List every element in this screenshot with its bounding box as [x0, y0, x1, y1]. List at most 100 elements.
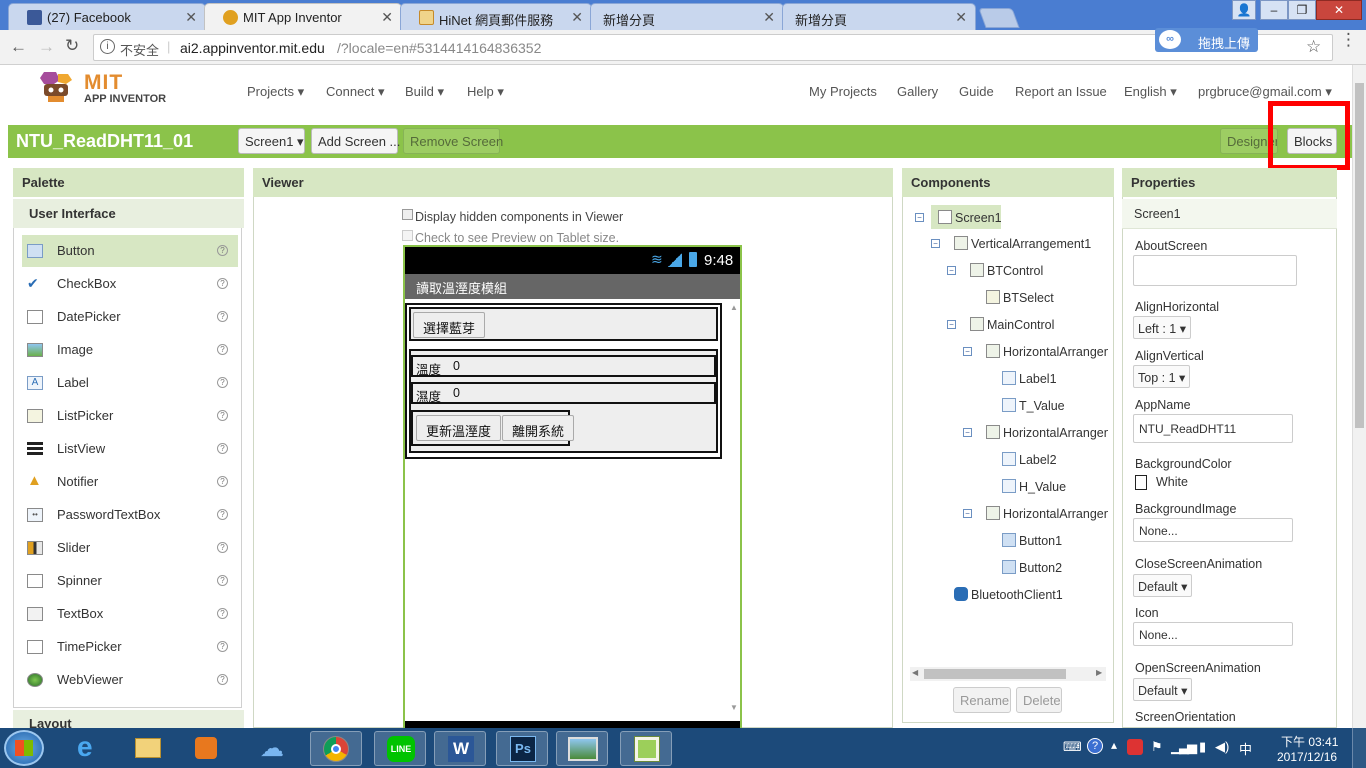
collapse-icon[interactable]: − [963, 509, 972, 518]
antivirus-icon[interactable] [1127, 739, 1143, 755]
rename-button[interactable]: Rename [953, 687, 1011, 713]
close-animation-select[interactable]: Default ▾ [1133, 574, 1193, 597]
info-icon[interactable]: i [100, 39, 115, 54]
menu-icon[interactable]: ⋮ [1340, 31, 1357, 48]
help-icon[interactable]: ? [217, 674, 228, 685]
menu-projects[interactable]: Projects ▾ [247, 84, 304, 100]
show-desktop-button[interactable] [1352, 728, 1366, 768]
temp-row[interactable]: 溫度 0 [411, 355, 716, 377]
close-icon[interactable]: ✕ [185, 9, 197, 26]
collapse-icon[interactable]: − [931, 239, 940, 248]
close-icon[interactable]: ✕ [955, 9, 967, 26]
taskbar-chrome[interactable] [310, 731, 362, 766]
tray-arrow-icon[interactable]: ▴ [1111, 738, 1117, 752]
tab-new-1[interactable]: 新增分頁 ✕ [590, 3, 784, 30]
palette-item-webviewer[interactable]: WebViewer ? [22, 664, 238, 696]
palette-item-listview[interactable]: ListView ? [22, 433, 238, 465]
maximize-button[interactable]: ❐ [1288, 0, 1316, 20]
taskbar-media[interactable] [180, 731, 232, 766]
collapse-icon[interactable]: − [963, 347, 972, 356]
close-window-button[interactable]: ✕ [1316, 0, 1362, 20]
close-icon[interactable]: ✕ [571, 9, 583, 26]
help-tray-icon[interactable]: ? [1087, 738, 1103, 754]
battery-tray-icon[interactable]: ▮ [1199, 739, 1206, 755]
new-tab-button[interactable] [978, 8, 1020, 28]
exit-button[interactable]: 離開系統 [502, 415, 575, 441]
open-animation-select[interactable]: Default ▾ [1133, 678, 1193, 701]
palette-item-checkbox[interactable]: ✔ CheckBox ? [22, 268, 238, 300]
scrollbar-thumb[interactable] [1355, 83, 1364, 428]
help-icon[interactable]: ? [217, 245, 228, 256]
background-color-value[interactable]: White [1156, 475, 1188, 489]
account-menu[interactable]: prgbruce@gmail.com ▾ [1198, 84, 1332, 100]
help-icon[interactable]: ? [217, 311, 228, 322]
hscroll-thumb[interactable] [924, 669, 1066, 679]
humidity-row[interactable]: 濕度 0 [411, 382, 716, 404]
url-field[interactable]: i 不安全 | ai2.appinventor.mit.edu /?locale… [93, 34, 1333, 61]
palette-item-image[interactable]: Image ? [22, 334, 238, 366]
app-inventor-logo[interactable] [36, 70, 80, 106]
tree-label1[interactable]: Label1 [1002, 371, 1057, 386]
palette-item-textbox[interactable]: TextBox ? [22, 598, 238, 630]
align-vertical-select[interactable]: Top : 1 ▾ [1133, 365, 1191, 388]
scroll-right-icon[interactable]: ▶ [1096, 668, 1102, 677]
reload-icon[interactable]: ↻ [65, 36, 79, 56]
help-icon[interactable]: ? [217, 542, 228, 553]
help-icon[interactable]: ? [217, 476, 228, 487]
help-icon[interactable]: ? [217, 410, 228, 421]
tree-btcontrol[interactable]: BTControl [970, 263, 1043, 278]
help-icon[interactable]: ? [217, 278, 228, 289]
collapse-icon[interactable]: − [947, 266, 956, 275]
palette-item-passwordtextbox[interactable]: •• PasswordTextBox ? [22, 499, 238, 531]
tree-h-value[interactable]: H_Value [1002, 479, 1066, 494]
tree-horizontalarrangement2[interactable]: HorizontalArrangement2 [986, 425, 1108, 440]
align-horizontal-select[interactable]: Left : 1 ▾ [1133, 316, 1191, 339]
taskbar-line[interactable]: LINE [374, 731, 426, 766]
palette-item-timepicker[interactable]: TimePicker ? [22, 631, 238, 663]
bt-control-arrangement[interactable]: 選擇藍芽 [409, 307, 718, 341]
icon-picker[interactable]: None... [1133, 622, 1293, 646]
palette-item-slider[interactable]: Slider ? [22, 532, 238, 564]
help-icon[interactable]: ? [217, 509, 228, 520]
star-icon[interactable]: ☆ [1306, 37, 1321, 57]
start-button[interactable] [4, 730, 44, 766]
tree-label2[interactable]: Label2 [1002, 452, 1057, 467]
hidden-components-checkbox[interactable] [402, 209, 413, 220]
tab-new-2[interactable]: 新增分頁 ✕ [782, 3, 976, 30]
clock-date[interactable]: 2017/12/16 [1277, 750, 1337, 764]
palette-item-listpicker[interactable]: ListPicker ? [22, 400, 238, 432]
taskbar-photos[interactable] [556, 731, 608, 766]
tree-button2[interactable]: Button2 [1002, 560, 1062, 575]
delete-button[interactable]: Delete [1016, 687, 1062, 713]
components-hscrollbar[interactable]: ◀ ▶ [910, 667, 1106, 681]
bt-select-button[interactable]: 選擇藍芽 [413, 312, 486, 338]
tab-facebook[interactable]: (27) Facebook ✕ [8, 3, 206, 30]
network-icon[interactable]: ▁▃▅ [1171, 739, 1197, 755]
menu-connect[interactable]: Connect ▾ [326, 84, 385, 100]
tablet-preview-checkbox[interactable] [402, 230, 413, 241]
taskbar-arduino[interactable] [620, 731, 672, 766]
tree-button1[interactable]: Button1 [1002, 533, 1062, 548]
tree-horizontalarrangement3[interactable]: HorizontalArrangement3 [986, 506, 1108, 521]
palette-item-datepicker[interactable]: DatePicker ? [22, 301, 238, 333]
ime-icon[interactable]: 中 [1239, 739, 1252, 758]
help-icon[interactable]: ? [217, 377, 228, 388]
buttons-row[interactable]: 更新溫溼度 離開系統 [411, 410, 575, 446]
palette-item-label[interactable]: A Label ? [22, 367, 238, 399]
tree-maincontrol[interactable]: MainControl [970, 317, 1054, 332]
help-icon[interactable]: ? [217, 608, 228, 619]
taskbar-baidu[interactable]: ☁ [248, 731, 300, 766]
clock-time[interactable]: 下午 03:41 [1281, 733, 1338, 750]
link-my-projects[interactable]: My Projects [809, 84, 877, 99]
volume-icon[interactable]: ◀) [1215, 739, 1229, 755]
palette-item-notifier[interactable]: ▲ Notifier ? [22, 466, 238, 498]
menu-help[interactable]: Help ▾ [467, 84, 504, 100]
screen-select[interactable]: Screen1 ▾ [238, 128, 305, 154]
back-icon[interactable]: ← [10, 37, 27, 57]
close-icon[interactable]: ✕ [763, 9, 775, 26]
about-screen-textarea[interactable] [1133, 255, 1297, 286]
page-scrollbar[interactable] [1352, 65, 1366, 728]
remove-screen-button[interactable]: Remove Screen [403, 128, 503, 154]
tab-hinet[interactable]: HiNet 網頁郵件服務 ✕ [400, 3, 592, 30]
tree-btselect[interactable]: BTSelect [986, 290, 1054, 305]
